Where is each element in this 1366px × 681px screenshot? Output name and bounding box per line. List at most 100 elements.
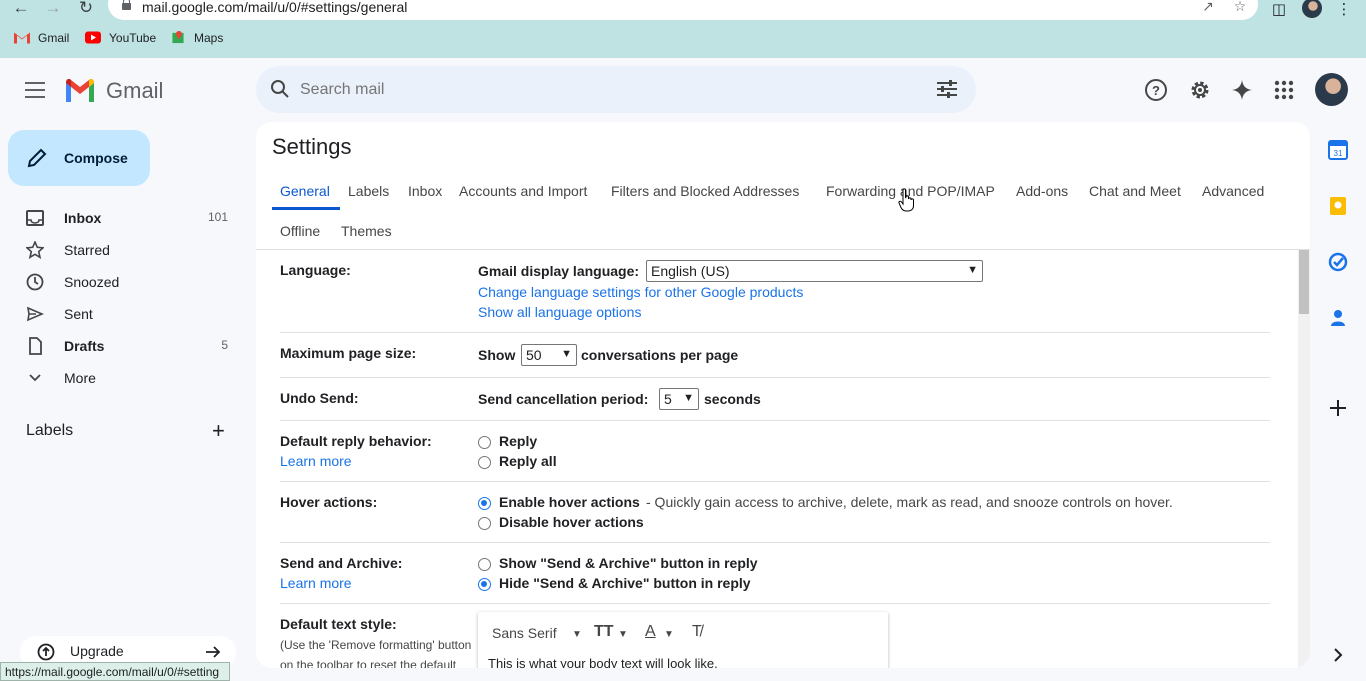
tab-offline[interactable]: Offline — [280, 223, 320, 239]
row-divider — [280, 332, 1270, 333]
add-addon-icon[interactable] — [1328, 398, 1348, 418]
sidebar-item-label: Starred — [64, 242, 110, 258]
sidebar-item-more[interactable]: More — [0, 362, 246, 394]
sidebar-item-starred[interactable]: Starred — [0, 234, 246, 266]
tab-themes[interactable]: Themes — [341, 223, 392, 239]
gmail-wordmark[interactable]: Gmail — [106, 78, 163, 104]
show-language-options-link[interactable]: Show all language options — [478, 304, 641, 320]
chevron-down-icon[interactable]: ▼ — [572, 629, 582, 640]
star-icon — [26, 241, 44, 259]
language-label: Language: — [280, 262, 351, 278]
tab-labels[interactable]: Labels — [348, 183, 389, 199]
hover-actions-label: Hover actions: — [280, 494, 378, 510]
sidebar-item-drafts[interactable]: Drafts 5 — [0, 330, 246, 362]
sidebar-item-snoozed[interactable]: Snoozed — [0, 266, 246, 298]
compose-button[interactable]: Compose — [8, 130, 150, 186]
font-family-select[interactable]: Sans Serif — [492, 625, 557, 641]
sidebar-item-label: Drafts — [64, 338, 105, 354]
sidebar-item-label: Inbox — [64, 210, 102, 226]
hide-send-archive-label[interactable]: Hide "Send & Archive" button in reply — [499, 575, 751, 591]
browser-menu-icon[interactable]: ⋮ — [1334, 0, 1354, 18]
tab-advanced[interactable]: Advanced — [1202, 183, 1264, 199]
hide-send-archive-radio[interactable] — [478, 578, 491, 591]
bookmark-youtube[interactable]: YouTube — [109, 31, 156, 45]
search-icon[interactable] — [270, 79, 290, 99]
font-size-icon[interactable]: TT — [594, 623, 614, 641]
tab-inbox[interactable]: Inbox — [408, 183, 442, 199]
contacts-icon[interactable] — [1328, 308, 1348, 328]
reply-option-label[interactable]: Reply — [499, 433, 537, 449]
share-icon[interactable]: ↗ — [1198, 0, 1218, 16]
gmail-logo-icon[interactable] — [64, 78, 96, 102]
account-avatar[interactable] — [1315, 73, 1348, 106]
browser-toolbar: ← → ↻ mail.google.com/mail/u/0/#settings… — [0, 0, 1366, 58]
reload-icon[interactable]: ↻ — [76, 0, 96, 18]
language-select[interactable]: English (US) ▼ — [646, 260, 983, 282]
chevron-down-icon[interactable]: ▼ — [618, 629, 628, 640]
add-label-icon[interactable]: + — [212, 420, 225, 442]
reply-all-radio[interactable] — [478, 456, 491, 469]
sidebar-item-label: More — [64, 370, 96, 386]
disable-hover-radio[interactable] — [478, 517, 491, 530]
search-input[interactable] — [300, 78, 900, 102]
help-icon[interactable]: ? — [1144, 78, 1168, 102]
bookmark-maps[interactable]: Maps — [194, 31, 223, 45]
sidebar-item-sent[interactable]: Sent — [0, 298, 246, 330]
tab-filters[interactable]: Filters and Blocked Addresses — [611, 183, 799, 199]
arrow-right-icon — [206, 646, 221, 658]
scroll-thumb[interactable] — [1299, 250, 1309, 314]
bookmark-gmail[interactable]: Gmail — [38, 31, 69, 45]
address-bar[interactable]: mail.google.com/mail/u/0/#settings/gener… — [108, 0, 1258, 20]
show-send-archive-radio[interactable] — [478, 558, 491, 571]
chevron-down-icon[interactable]: ▼ — [664, 629, 674, 640]
tasks-icon[interactable] — [1328, 252, 1348, 272]
keep-icon[interactable] — [1328, 196, 1348, 216]
tab-accounts-import[interactable]: Accounts and Import — [459, 183, 587, 199]
chevron-right-icon[interactable] — [1328, 645, 1348, 665]
sidepanel-icon[interactable]: ◫ — [1269, 0, 1289, 18]
search-options-icon[interactable] — [936, 79, 958, 99]
page-size-select[interactable]: 50 ▼ — [521, 344, 577, 366]
tab-general[interactable]: General — [280, 183, 330, 199]
search-bar[interactable] — [256, 66, 976, 113]
hand-cursor-icon — [898, 188, 914, 212]
change-language-link[interactable]: Change language settings for other Googl… — [478, 284, 803, 300]
text-style-hint-line2: on the toolbar to reset the default — [280, 658, 457, 668]
page-size-value: 50 — [526, 347, 542, 363]
bookmark-star-icon[interactable]: ☆ — [1230, 0, 1250, 16]
svg-text:31: 31 — [1334, 149, 1343, 158]
gemini-sparkle-icon[interactable] — [1230, 78, 1254, 102]
reply-radio[interactable] — [478, 436, 491, 449]
text-style-hint-line1: (Use the 'Remove formatting' button — [280, 638, 472, 652]
back-arrow-icon[interactable]: ← — [11, 0, 31, 18]
tabs-divider — [256, 249, 1310, 250]
sidebar-item-inbox[interactable]: Inbox 101 — [0, 202, 246, 234]
settings-gear-icon[interactable] — [1188, 78, 1212, 102]
show-send-archive-label[interactable]: Show "Send & Archive" button in reply — [499, 555, 758, 571]
text-style-label: Default text style: — [280, 616, 397, 632]
send-archive-learn-more-link[interactable]: Learn more — [280, 575, 352, 591]
remove-formatting-icon[interactable]: T̸ — [692, 623, 702, 641]
enable-hover-radio[interactable] — [478, 497, 491, 510]
text-color-icon[interactable]: A — [645, 623, 656, 641]
apps-grid-icon[interactable] — [1272, 78, 1296, 102]
enable-hover-label[interactable]: Enable hover actions — [499, 494, 640, 510]
settings-scrollbar[interactable] — [1298, 250, 1310, 668]
sidebar-item-label: Sent — [64, 306, 93, 322]
reply-all-option-label[interactable]: Reply all — [499, 453, 557, 469]
forward-arrow-icon[interactable]: → — [43, 0, 63, 18]
chevron-down-icon: ▼ — [561, 348, 572, 360]
tab-chat-meet[interactable]: Chat and Meet — [1089, 183, 1181, 199]
tab-addons[interactable]: Add-ons — [1016, 183, 1068, 199]
disable-hover-label[interactable]: Disable hover actions — [499, 514, 644, 530]
compose-label: Compose — [64, 150, 128, 166]
browser-profile-avatar[interactable] — [1302, 0, 1322, 18]
calendar-icon[interactable]: 31 — [1328, 140, 1348, 160]
youtube-bookmark-icon — [85, 31, 101, 44]
maps-bookmark-icon — [172, 31, 184, 44]
reply-learn-more-link[interactable]: Learn more — [280, 453, 352, 469]
undo-send-select[interactable]: 5 ▼ — [659, 388, 699, 410]
main-menu-icon[interactable] — [25, 82, 45, 98]
svg-text:?: ? — [1152, 83, 1160, 98]
undo-send-prefix: Send cancellation period: — [478, 391, 649, 407]
